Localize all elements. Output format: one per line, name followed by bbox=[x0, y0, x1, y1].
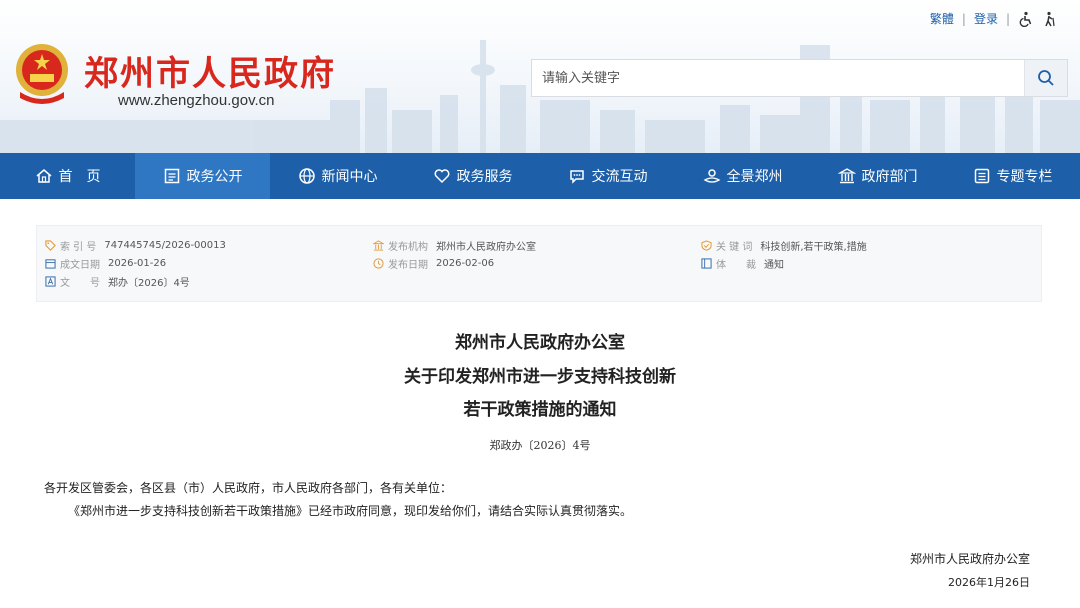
meta-created-date: 成文日期 2026-01-26 bbox=[45, 256, 166, 271]
main-nav: 首 页 政务公开 新闻中心 政务服务 交流互动 全景郑州 政府部门 专题专栏 bbox=[0, 153, 1080, 199]
document-salutation: 各开发区管委会，各区县（市）人民政府，市人民政府各部门，各有关单位： bbox=[44, 481, 453, 495]
elderly-mode-icon[interactable] bbox=[1042, 11, 1058, 27]
search-box bbox=[531, 59, 1068, 97]
text-icon bbox=[45, 276, 56, 287]
nav-item-label: 专题专栏 bbox=[996, 169, 1053, 185]
top-link-separator: | bbox=[1005, 11, 1010, 26]
document-body: 《郑州市进一步支持科技创新若干政策措施》已经市政府同意，现印发给你们，请结合实际… bbox=[68, 504, 633, 518]
accessibility-icon[interactable] bbox=[1018, 11, 1034, 27]
panorama-icon bbox=[703, 169, 720, 183]
nav-item-label: 新闻中心 bbox=[321, 169, 378, 185]
nav-item-label: 政务公开 bbox=[186, 169, 243, 185]
nav-item-home[interactable]: 首 页 bbox=[0, 153, 135, 199]
meta-organization: 发布机构 郑州市人民政府办公室 bbox=[373, 238, 536, 253]
nav-item-government-affairs[interactable]: 政务公开 bbox=[135, 153, 270, 199]
nav-item-news[interactable]: 新闻中心 bbox=[270, 153, 405, 199]
meta-genre: 体 裁 通知 bbox=[701, 256, 784, 271]
login-link[interactable]: 登录 bbox=[974, 10, 998, 27]
meta-label: 成文日期 bbox=[60, 260, 100, 271]
meta-value: 通知 bbox=[764, 260, 784, 271]
nav-item-label: 首 页 bbox=[58, 169, 101, 185]
shield-icon bbox=[701, 240, 712, 251]
home-icon bbox=[36, 169, 51, 183]
document-title-line-1: 关于印发郑州市进一步支持科技创新 bbox=[404, 367, 676, 387]
national-emblem-icon bbox=[16, 44, 68, 104]
meta-label: 发布日期 bbox=[388, 260, 428, 271]
search-button[interactable] bbox=[1024, 60, 1067, 96]
meta-value: 科技创新,若干政策,措施 bbox=[760, 242, 867, 253]
nav-item-label: 交流互动 bbox=[591, 169, 648, 185]
meta-label: 发布机构 bbox=[388, 242, 428, 253]
heart-icon bbox=[434, 169, 449, 184]
meta-value: 747445745/2026-00013 bbox=[104, 240, 226, 251]
document-signature: 郑州市人民政府办公室 bbox=[909, 552, 1030, 566]
meta-label: 文 号 bbox=[60, 278, 100, 289]
document-issuer: 郑州市人民政府办公室 bbox=[455, 333, 625, 353]
nav-item-interaction[interactable]: 交流互动 bbox=[540, 153, 675, 199]
calendar-icon bbox=[45, 259, 56, 269]
nav-item-panorama[interactable]: 全景郑州 bbox=[675, 153, 810, 199]
meta-label: 索 引 号 bbox=[60, 242, 97, 253]
document-icon bbox=[164, 168, 179, 184]
book-icon bbox=[701, 258, 712, 269]
meta-value: 郑办〔2026〕4号 bbox=[108, 278, 190, 289]
nav-item-label: 全景郑州 bbox=[726, 169, 783, 185]
meta-label: 关 键 词 bbox=[716, 242, 753, 253]
top-link-separator: | bbox=[961, 11, 966, 26]
document-date: 2026年1月26日 bbox=[948, 576, 1030, 589]
document-number: 郑政办〔2026〕4号 bbox=[489, 439, 591, 452]
nav-item-label: 政务服务 bbox=[456, 169, 513, 185]
globe-icon bbox=[298, 168, 315, 184]
meta-value: 郑州市人民政府办公室 bbox=[436, 242, 536, 253]
document-title-line-2: 若干政策措施的通知 bbox=[463, 400, 617, 420]
chat-icon bbox=[569, 170, 584, 184]
meta-value: 2026-02-06 bbox=[436, 258, 495, 269]
meta-keywords: 关 键 词 科技创新,若干政策,措施 bbox=[701, 238, 867, 253]
nav-item-services[interactable]: 政务服务 bbox=[405, 153, 540, 199]
tag-icon bbox=[45, 240, 56, 251]
clock-icon bbox=[373, 258, 384, 269]
meta-published-date: 发布日期 2026-02-06 bbox=[373, 256, 494, 271]
meta-value: 2026-01-26 bbox=[108, 258, 167, 269]
nav-item-label: 政府部门 bbox=[861, 169, 918, 185]
site-title[interactable]: 郑州市人民政府 bbox=[84, 46, 336, 95]
meta-document-number: 文 号 郑办〔2026〕4号 bbox=[45, 274, 190, 289]
meta-index: 索 引 号 747445745/2026-00013 bbox=[45, 238, 226, 253]
top-links: 繁體 | 登录 | bbox=[930, 10, 1058, 27]
meta-label: 体 裁 bbox=[716, 260, 756, 271]
site-header: 郑州市人民政府 www.zhengzhou.gov.cn 繁體 | 登录 | bbox=[0, 0, 1080, 153]
nav-item-special-topics[interactable]: 专题专栏 bbox=[945, 153, 1080, 199]
list-icon bbox=[974, 168, 989, 184]
traditional-chinese-link[interactable]: 繁體 bbox=[930, 10, 954, 27]
nav-item-departments[interactable]: 政府部门 bbox=[810, 153, 945, 199]
search-icon bbox=[1038, 70, 1054, 86]
institution-icon bbox=[373, 240, 384, 251]
document-metadata: 索 引 号 747445745/2026-00013 成文日期 2026-01-… bbox=[36, 225, 1042, 302]
search-input[interactable] bbox=[532, 60, 1024, 96]
site-url: www.zhengzhou.gov.cn bbox=[118, 92, 275, 109]
building-icon bbox=[837, 168, 856, 184]
